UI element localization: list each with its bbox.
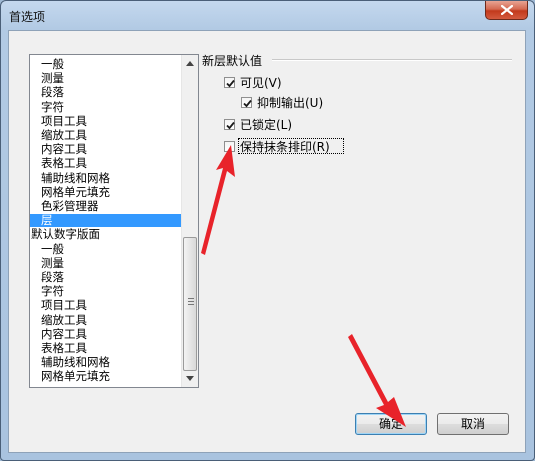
category-list-item[interactable]: 表格工具 (30, 342, 181, 355)
category-list-scrollbar[interactable] (181, 55, 198, 387)
title-bar[interactable]: 首选项 (1, 1, 534, 31)
category-list-item[interactable]: 辅助线和网格 (30, 356, 181, 369)
grip-line (188, 298, 194, 299)
category-list-item[interactable]: 层 (30, 214, 181, 228)
category-list-item[interactable]: 一般 (30, 242, 181, 256)
grip-line (188, 301, 194, 302)
scroll-up-button[interactable] (182, 55, 198, 72)
window-title: 首选项 (9, 10, 46, 24)
category-list-item[interactable]: 辅助线和网格 (30, 171, 181, 185)
category-list-items: 一般 测量 段落 字符 项目工具 缩放工具 内容工具 表格工具 辅助线和网格 网格单元填充 色彩管理… (30, 55, 181, 387)
checkbox-box[interactable] (241, 97, 252, 108)
category-list[interactable]: 一般 测量 段落 字符 项目工具 缩放工具 内容工具 表格工具 辅助线和网格 网格单元填充 色彩管理… (29, 54, 199, 388)
category-list-item[interactable]: 字符 (30, 100, 181, 114)
suppress-output-label: 抑制输出(U) (257, 96, 324, 110)
checkmark-icon (226, 121, 235, 130)
category-list-item[interactable]: 测量 (30, 256, 181, 270)
category-list-item[interactable]: 段落 (30, 86, 181, 99)
category-list-item[interactable]: 缩放工具 (30, 313, 181, 327)
annotation-arrow-down (348, 334, 406, 427)
close-button[interactable] (485, 1, 528, 20)
category-list-item[interactable]: 缩放工具 (30, 129, 181, 142)
checkbox-box[interactable] (224, 119, 235, 130)
checkbox-box[interactable] (224, 77, 235, 88)
annotation-arrow-up (201, 145, 235, 255)
preferences-dialog: 首选项 一般 测量 段落 字符 项目工具 缩放工具 内容工具 表格工具 辅助线和网格 网格单元填充… (0, 0, 535, 461)
category-list-item[interactable]: 默认数字版面 (30, 228, 181, 241)
category-list-item[interactable]: 表格工具 (30, 157, 181, 170)
new-layer-defaults-label: 新层默认值 (202, 54, 263, 68)
checkmark-icon (226, 79, 235, 88)
category-list-item[interactable]: 色彩管理器 (30, 200, 181, 213)
cancel-button[interactable]: 取消 (437, 413, 509, 435)
scroll-thumb[interactable] (183, 237, 197, 371)
close-icon (501, 5, 513, 15)
category-list-item[interactable]: 测量 (30, 72, 181, 85)
grip-line (188, 304, 194, 305)
category-list-item[interactable]: 网格单元填充 (30, 185, 181, 199)
dialog-body: 一般 测量 段落 字符 项目工具 缩放工具 内容工具 表格工具 辅助线和网格 网格单元填充 色彩管理… (8, 30, 526, 453)
category-list-item[interactable]: 网格单元填充 (30, 370, 181, 383)
locked-label: 已锁定(L) (240, 118, 293, 132)
category-list-item[interactable]: 字符 (30, 285, 181, 298)
category-list-item[interactable]: 一般 (30, 58, 181, 71)
category-list-item[interactable]: 项目工具 (30, 299, 181, 312)
chevron-up-icon (186, 61, 194, 66)
category-list-item[interactable]: 内容工具 (30, 143, 181, 156)
chevron-down-icon (186, 376, 194, 381)
visible-label: 可见(V) (240, 76, 282, 90)
category-list-item[interactable]: 内容工具 (30, 327, 181, 341)
category-list-item[interactable]: 段落 (30, 271, 181, 284)
checkmark-icon (243, 99, 252, 108)
category-list-item[interactable]: 项目工具 (30, 114, 181, 128)
group-divider (272, 59, 512, 61)
scroll-down-button[interactable] (182, 370, 198, 387)
keep-runaround-label: 保持抹条排印(R) (240, 140, 330, 154)
